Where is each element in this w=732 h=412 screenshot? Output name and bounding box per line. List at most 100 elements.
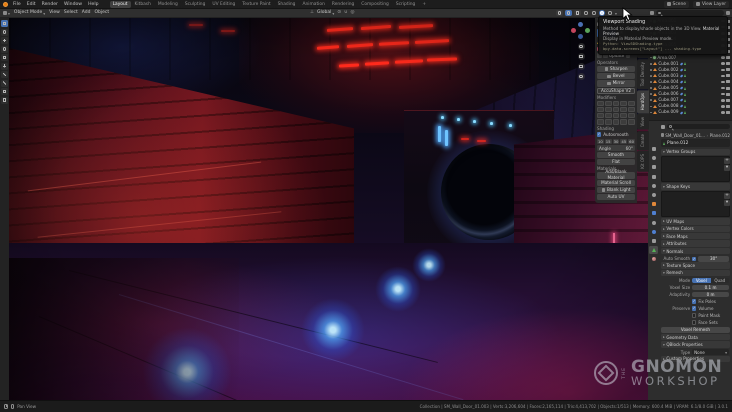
modifier-icon[interactable] — [597, 106, 604, 113]
face-sets-checkbox[interactable] — [692, 320, 697, 325]
panel-texture-space[interactable]: ▸ Texture Space — [661, 262, 730, 269]
snap-magnet-icon[interactable]: ∪ — [344, 10, 347, 16]
tab-world[interactable] — [649, 191, 658, 199]
proportional-edit-icon[interactable]: ◎ — [351, 10, 355, 16]
side-tab-kitops[interactable]: Kit OPS — [637, 151, 649, 172]
vertex-groups-list[interactable]: + ▾ — [661, 155, 730, 182]
shading-solid-button[interactable] — [591, 10, 597, 16]
panel-vertex-groups[interactable]: ▾ Vertex Groups — [661, 148, 730, 155]
chevron-down-icon[interactable]: ▾ — [615, 11, 617, 16]
outliner-editor-icon[interactable] — [650, 11, 654, 15]
modifier-icon[interactable] — [604, 119, 612, 125]
eye-icon[interactable] — [720, 98, 725, 102]
add-blank-material-button[interactable]: Add/Blank Material — [597, 169, 635, 180]
blank-light-button[interactable]: Blank Light — [597, 186, 635, 193]
mode-voxel-button[interactable]: Voxel — [692, 277, 711, 284]
camera-view-icon[interactable] — [577, 63, 585, 70]
tab-physics[interactable] — [649, 228, 658, 236]
tab-object[interactable] — [649, 200, 658, 208]
eye-icon[interactable] — [720, 111, 725, 114]
orientation-dropdown[interactable]: Global ▾ — [317, 10, 334, 16]
camera-icon[interactable] — [726, 62, 730, 66]
mode-dropdown[interactable]: Object Mode ▾ — [14, 10, 45, 16]
add-vertex-group-button[interactable]: + — [724, 157, 730, 164]
camera-icon[interactable] — [726, 86, 730, 90]
camera-icon[interactable] — [726, 104, 730, 108]
side-tab-hardops[interactable]: HardOps — [637, 90, 649, 114]
menu-render[interactable]: Render — [41, 2, 59, 7]
camera-icon[interactable] — [726, 98, 730, 102]
tool-transform[interactable] — [1, 62, 8, 70]
workspace-tab-sculpting[interactable]: Sculpting — [181, 0, 209, 8]
modifier-icon[interactable] — [628, 119, 635, 125]
ortho-toggle-icon[interactable] — [577, 73, 585, 80]
modifier-icon[interactable] — [620, 113, 628, 119]
properties-search-input[interactable] — [667, 123, 730, 130]
panel-custom-properties[interactable]: ▸ Custom Properties — [661, 355, 730, 363]
camera-icon[interactable] — [726, 92, 730, 96]
accushape-button[interactable]: AccuShape V2 — [597, 87, 635, 94]
tab-modifiers[interactable] — [649, 209, 658, 217]
modifier-icon[interactable] — [612, 100, 620, 106]
tab-scene[interactable] — [649, 182, 658, 190]
modifier-icon[interactable] — [597, 113, 604, 119]
camera-icon[interactable] — [726, 80, 730, 84]
mirror-button[interactable]: Mirror — [597, 80, 635, 87]
angle-preset-10[interactable]: 10 — [597, 138, 604, 144]
menu-window[interactable]: Window — [63, 2, 83, 7]
workspace-tab-rendering[interactable]: Rendering — [328, 0, 358, 8]
outliner-search-input[interactable] — [656, 10, 724, 16]
tab-render[interactable] — [649, 154, 658, 162]
modifier-icon[interactable] — [604, 106, 612, 113]
modifier-icon[interactable] — [597, 119, 604, 125]
tool-annotate[interactable] — [1, 71, 8, 78]
editor-type-dropdown[interactable]: ▾ — [3, 11, 10, 16]
side-tab-tool-density[interactable]: Tool Density — [637, 58, 649, 90]
eye-icon[interactable] — [720, 105, 725, 108]
workspace-tab-compositing[interactable]: Compositing — [358, 0, 392, 8]
fix-poles-checkbox[interactable]: ✓ — [692, 299, 697, 304]
panel-normals[interactable]: ▾ Normals — [661, 247, 730, 255]
panel-remesh[interactable]: ▾ Remesh — [661, 269, 730, 277]
tool-rotate[interactable] — [1, 45, 8, 53]
tab-view-layer[interactable] — [649, 173, 658, 181]
modifier-icon[interactable] — [628, 113, 635, 119]
panel-shape-keys[interactable]: ▾ Shape Keys — [661, 183, 730, 190]
bevel-button[interactable]: Bevel — [597, 73, 635, 80]
modifier-icon[interactable] — [628, 106, 635, 113]
camera-icon[interactable] — [726, 68, 730, 72]
workspace-tab-animation[interactable]: Animation — [299, 0, 328, 8]
panel-qblock[interactable]: ▾ QBlock Properties — [661, 341, 730, 348]
volume-checkbox[interactable]: ✓ — [692, 306, 697, 311]
angle-preset-60[interactable]: 60 — [628, 138, 635, 144]
modifier-icon[interactable] — [612, 113, 620, 119]
angle-preset-30[interactable]: 30 — [612, 138, 620, 144]
camera-icon[interactable] — [726, 74, 730, 78]
blender-logo-icon[interactable] — [3, 1, 8, 7]
modifier-icon[interactable] — [628, 100, 635, 106]
scene-selector[interactable]: Scene — [663, 0, 689, 8]
workspace-tab-modeling[interactable]: Modeling — [154, 0, 181, 8]
panel-uv-maps[interactable]: ▸ UV Maps — [661, 218, 730, 225]
modifier-icon[interactable] — [612, 119, 620, 125]
panel-vertex-colors[interactable]: ▸ Vertex Colors — [661, 225, 730, 233]
menu-add[interactable]: Add — [82, 10, 91, 16]
workspace-add-button[interactable]: + — [419, 0, 430, 8]
menu-select[interactable]: Select — [64, 10, 78, 16]
eye-icon[interactable] — [720, 92, 725, 96]
xray-toggle[interactable] — [574, 10, 581, 16]
material-scroll-button[interactable]: Material Scroll — [597, 179, 635, 186]
menu-file[interactable]: File — [12, 2, 22, 7]
pivot-point-icon[interactable]: ⊙ — [337, 10, 341, 16]
auto-smooth-angle-field[interactable]: 30° — [698, 255, 729, 262]
tab-output[interactable] — [649, 163, 658, 171]
eye-icon[interactable] — [720, 80, 725, 84]
camera-icon[interactable] — [726, 110, 730, 114]
eye-icon[interactable] — [720, 62, 725, 65]
menu-view[interactable]: View — [49, 10, 60, 16]
type-dropdown[interactable]: None ▾ — [692, 349, 729, 356]
breadcrumb-object[interactable]: SM_Wall_Door_01... — [665, 133, 705, 138]
tool-add-cube[interactable] — [1, 88, 8, 95]
angle-value-field[interactable]: Angle 60° — [597, 145, 635, 151]
mode-quad-button[interactable]: Quad — [711, 278, 729, 284]
